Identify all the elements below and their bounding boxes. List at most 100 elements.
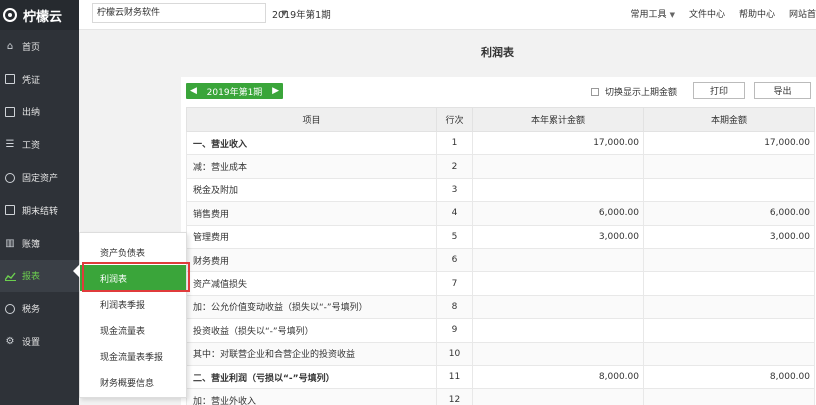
column-header: 项目 xyxy=(186,107,437,132)
tax-icon xyxy=(4,303,16,315)
company-select[interactable]: 柠檬云财务软件 ▼ xyxy=(92,3,287,23)
ytd-amount-cell[interactable] xyxy=(472,271,644,296)
current-amount-cell[interactable] xyxy=(643,154,815,179)
item-cell: 其中：对联营企业和合营企业的投资收益 xyxy=(186,341,437,366)
asset-icon xyxy=(4,172,16,184)
table-row: 减：营业成本 2 xyxy=(186,154,815,179)
current-amount-cell[interactable] xyxy=(643,294,815,320)
sidebar: 柠檬云 ⌂ 首页 凭证 出纳 ☰ 工资 固定资产 期末结转 ▥ 账簿 报表 税务… xyxy=(0,0,79,405)
top-bar: 柠檬云财务软件 ▼ 2019年第1期 常用工具 ▼ 文件中心 帮助中心 网站首 xyxy=(79,0,816,30)
website-home-link[interactable]: 网站首 xyxy=(789,7,816,20)
column-header: 本年累计金额 xyxy=(472,107,644,132)
current-amount-cell[interactable] xyxy=(643,177,815,203)
current-period: 2019年第1期 xyxy=(272,10,331,21)
current-amount-cell[interactable] xyxy=(643,318,815,343)
tools-menu[interactable]: 常用工具 ▼ xyxy=(631,7,675,20)
item-cell: 管理费用 xyxy=(186,224,437,249)
sidebar-item-salary[interactable]: ☰ 工资 xyxy=(0,128,79,161)
line-number-cell: 4 xyxy=(436,201,473,226)
export-button[interactable]: 导出 xyxy=(754,82,811,99)
ytd-amount-cell[interactable] xyxy=(472,154,644,179)
sidebar-item-label: 期末结转 xyxy=(22,206,59,217)
current-amount-cell[interactable] xyxy=(643,341,815,366)
ytd-amount-cell[interactable] xyxy=(472,247,644,273)
report-toolbar: ◀ 2019年第1期 ▶ 切换显示上期金额 打印 导出 xyxy=(181,77,816,107)
item-cell: 加：公允价值变动收益（损失以“-”号填列） xyxy=(186,294,437,320)
ytd-amount-cell[interactable] xyxy=(472,318,644,343)
current-amount-cell[interactable] xyxy=(643,271,815,296)
sidebar-item-label: 工资 xyxy=(22,141,41,152)
ledger-icon: ▥ xyxy=(5,237,15,249)
report-menu-item[interactable]: 资产负债表 xyxy=(80,239,186,265)
toggle-prior-period-checkbox[interactable]: 切换显示上期金额 xyxy=(591,85,677,98)
lemon-logo-icon xyxy=(3,8,17,22)
toggle-prior-period-label: 切换显示上期金额 xyxy=(605,88,678,98)
sidebar-item-label: 出纳 xyxy=(22,108,41,119)
brand-logo[interactable]: 柠檬云 xyxy=(0,0,79,30)
print-button[interactable]: 打印 xyxy=(693,82,745,99)
sidebar-item-label: 首页 xyxy=(22,42,41,53)
prev-period-icon[interactable]: ◀ xyxy=(190,86,197,96)
current-amount-cell[interactable]: 17,000.00 xyxy=(643,130,815,156)
ytd-amount-cell[interactable]: 6,000.00 xyxy=(472,201,644,226)
item-cell: 财务费用 xyxy=(186,247,437,273)
line-number-cell: 8 xyxy=(436,294,473,320)
item-cell: 投资收益（损失以“-”号填列） xyxy=(186,318,437,343)
table-row: 加：公允价值变动收益（损失以“-”号填列） 8 xyxy=(186,294,815,320)
report-chart-icon xyxy=(4,270,16,282)
table-row: 税金及附加 3 xyxy=(186,177,815,203)
sidebar-item-period-close[interactable]: 期末结转 xyxy=(0,194,79,227)
line-number-cell: 10 xyxy=(436,341,473,366)
sidebar-item-settings[interactable]: ⚙ 设置 xyxy=(0,325,79,358)
item-cell: 销售费用 xyxy=(186,201,437,226)
current-amount-cell[interactable] xyxy=(643,388,815,405)
next-period-icon[interactable]: ▶ xyxy=(272,86,279,96)
sidebar-item-home[interactable]: ⌂ 首页 xyxy=(0,30,79,63)
sidebar-item-label: 凭证 xyxy=(22,75,41,86)
table-row: 加：营业外收入 12 xyxy=(186,388,815,405)
table-row: 其中：对联营企业和合营企业的投资收益 10 xyxy=(186,341,815,366)
ytd-amount-cell[interactable] xyxy=(472,177,644,203)
line-number-cell: 3 xyxy=(436,177,473,203)
table-row: 销售费用 4 6,000.00 6,000.00 xyxy=(186,201,815,226)
top-links: 常用工具 ▼ 文件中心 帮助中心 网站首 xyxy=(631,7,816,20)
current-amount-cell[interactable] xyxy=(643,247,815,273)
sidebar-item-tax[interactable]: 税务 xyxy=(0,292,79,325)
income-statement-table: 项目 行次 本年累计金额 本期金额 一、营业收入 1 17,000.00 17,000… xyxy=(186,107,815,405)
ytd-amount-cell[interactable] xyxy=(472,388,644,405)
report-panel: ◀ 2019年第1期 ▶ 切换显示上期金额 打印 导出 项目 行次 本年累计金额 xyxy=(181,77,816,405)
salary-icon: ☰ xyxy=(5,139,15,151)
ytd-amount-cell[interactable]: 3,000.00 xyxy=(472,224,644,249)
current-amount-cell[interactable]: 3,000.00 xyxy=(643,224,815,249)
report-menu-item[interactable]: 财务概要信息 xyxy=(80,369,186,395)
sidebar-item-voucher[interactable]: 凭证 xyxy=(0,63,79,96)
ytd-amount-cell[interactable]: 17,000.00 xyxy=(472,130,644,156)
report-menu-item[interactable]: 现金流量表 xyxy=(80,317,186,343)
ytd-amount-cell[interactable]: 8,000.00 xyxy=(472,364,644,390)
report-menu-item[interactable]: 利润表季报 xyxy=(80,291,186,317)
sidebar-item-assets[interactable]: 固定资产 xyxy=(0,161,79,194)
line-number-cell: 7 xyxy=(436,271,473,296)
sidebar-item-cashier[interactable]: 出纳 xyxy=(0,96,79,129)
ytd-amount-cell[interactable] xyxy=(472,294,644,320)
help-center-link[interactable]: 帮助中心 xyxy=(739,7,775,20)
table-row: 管理费用 5 3,000.00 3,000.00 xyxy=(186,224,815,249)
report-menu-item[interactable]: 现金流量表季报 xyxy=(80,343,186,369)
chevron-down-icon: ▼ xyxy=(669,11,675,19)
current-amount-cell[interactable]: 6,000.00 xyxy=(643,201,815,226)
ytd-amount-cell[interactable] xyxy=(472,341,644,366)
sidebar-item-label: 固定资产 xyxy=(22,174,59,185)
item-cell: 加：营业外收入 xyxy=(186,388,437,405)
company-name: 柠檬云财务软件 xyxy=(97,8,161,18)
sidebar-item-reports[interactable]: 报表 xyxy=(0,259,79,293)
main-content: 利润表 ◀ 2019年第1期 ▶ 切换显示上期金额 打印 导出 项目 行次 本年… xyxy=(79,30,816,405)
table-row: 财务费用 6 xyxy=(186,247,815,273)
report-submenu: 资产负债表 利润表 利润表季报 现金流量表 现金流量表季报 财务概要信息 xyxy=(73,232,187,398)
report-menu-item[interactable]: 利润表 xyxy=(80,265,186,291)
file-center-link[interactable]: 文件中心 xyxy=(689,7,725,20)
item-cell: 资产减值损失 xyxy=(186,271,437,296)
sidebar-item-ledger[interactable]: ▥ 账簿 xyxy=(0,227,79,260)
period-selector[interactable]: ◀ 2019年第1期 ▶ xyxy=(186,83,283,99)
item-cell: 二、营业利润（亏损以“-”号填列） xyxy=(186,364,437,390)
current-amount-cell[interactable]: 8,000.00 xyxy=(643,364,815,390)
